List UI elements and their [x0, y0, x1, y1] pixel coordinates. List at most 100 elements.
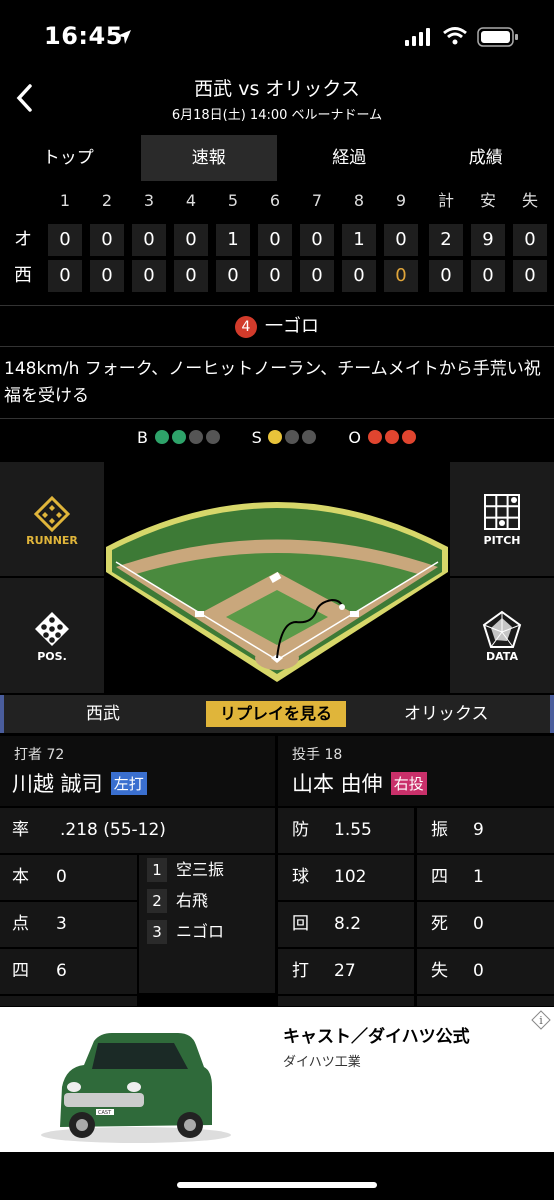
pitcher-stat-row: 振9: [417, 808, 554, 853]
pitch-grid-icon: [484, 494, 520, 530]
pitcher-stat-row: 死0: [417, 902, 554, 947]
scoreboard-col-header: 4: [185, 191, 197, 210]
pitcher-stat-label: 失: [431, 961, 448, 981]
balls-label: B: [136, 428, 148, 447]
tab-stats[interactable]: 成績: [418, 135, 554, 181]
strike-dot: [268, 430, 283, 444]
pitcher-name: 山本 由伸: [292, 772, 383, 796]
strikes-indicator: [267, 428, 318, 447]
home-indicator[interactable]: [177, 1182, 377, 1188]
svg-text:i: i: [539, 1014, 543, 1027]
stat-row-partial: [417, 996, 554, 1006]
scoreboard-col-header: 8: [353, 191, 365, 210]
scoreboard-cell: 0: [342, 260, 376, 292]
pitch-button[interactable]: PITCH: [450, 462, 554, 576]
scoreboard-cell: 0: [216, 260, 250, 292]
scoreboard-cell: 0: [300, 224, 334, 256]
scoreboard-cell: 0: [48, 224, 82, 256]
scoreboard: 123456789計安失 オ000010010290 西000000000000: [0, 186, 554, 294]
replay-button[interactable]: リプレイを見る: [206, 701, 346, 727]
scoreboard-col-header: 3: [143, 191, 155, 210]
batter-name: 川越 誠司: [12, 772, 103, 796]
pitcher-stat-value: 0: [473, 961, 484, 981]
runner-button[interactable]: RUNNER: [0, 462, 104, 576]
pos-button[interactable]: POS.: [0, 578, 104, 693]
scoreboard-col-header: 1: [59, 191, 71, 210]
tab-live[interactable]: 速報: [140, 135, 277, 181]
batter-stat-value: 0: [56, 867, 67, 887]
batter-stat-label: 率: [12, 820, 29, 840]
scoreboard-cell: 0: [471, 260, 505, 292]
outs-label: O: [348, 428, 361, 447]
scoreboard-col-header: 5: [227, 191, 239, 210]
out-dot: [401, 430, 416, 444]
batter-stat-row: 点3: [0, 902, 137, 947]
pitcher-stat-row: 失0: [417, 949, 554, 994]
scoreboard-col-header: 7: [311, 191, 323, 210]
runner-label: RUNNER: [26, 534, 78, 547]
pitcher-stat-value: 1.55: [334, 820, 372, 840]
ad-sponsor: ダイハツ工業: [283, 1055, 361, 1070]
pitcher-stat-label: 振: [431, 820, 448, 840]
pitcher-stat-label: 打: [292, 961, 309, 981]
home-team-label[interactable]: 西武: [86, 695, 120, 733]
batter-stat-value: 6: [56, 961, 67, 981]
pitcher-stat-label: 四: [431, 867, 448, 887]
ball-dot: [188, 430, 203, 444]
pitcher-stat-label: 防: [292, 820, 309, 840]
play-number-badge: 4: [235, 316, 257, 338]
strike-dot: [285, 430, 300, 444]
scoreboard-team-abbr: 西: [14, 265, 32, 286]
data-label: DATA: [486, 650, 518, 663]
location-arrow-icon: [117, 30, 131, 44]
pitcher-role: 投手 18: [292, 747, 343, 763]
wifi-icon: [443, 27, 467, 45]
tab-bar: トップ 速報 経過 成績: [0, 135, 554, 181]
at-bat-result: ニゴロ: [176, 922, 225, 941]
scoreboard-cell: 0: [48, 260, 82, 292]
stat-row-partial: [278, 996, 414, 1006]
data-button[interactable]: DATA: [450, 578, 554, 693]
scoreboard-cell: 0: [384, 224, 418, 256]
ad-title[interactable]: キャスト／ダイハツ公式: [283, 1022, 470, 1047]
pitcher-stat-label: 回: [292, 914, 309, 934]
pitcher-stat-row: 防 1.55: [278, 808, 414, 853]
outs-indicator: [366, 428, 417, 447]
scoreboard-col-header: 安: [479, 191, 496, 210]
divider: [0, 346, 554, 347]
batter-stat-row: 率 .218 (55-12): [0, 808, 275, 853]
scoreboard-col-header: 2: [101, 191, 113, 210]
at-bat-result: 空三振: [176, 860, 225, 879]
tab-top[interactable]: トップ: [0, 135, 137, 181]
pitcher-stat-value: 27: [334, 961, 356, 981]
scoreboard-cell: 0: [174, 224, 208, 256]
scoreboard-cell: 0: [300, 260, 334, 292]
car-image: CAST: [41, 1033, 231, 1143]
away-team-label[interactable]: オリックス: [404, 695, 489, 733]
scoreboard-cell: 0: [258, 260, 292, 292]
game-title: 西武 vs オリックス: [194, 78, 360, 100]
pitch-label: PITCH: [483, 534, 521, 547]
strikes-label: S: [251, 428, 262, 447]
scoreboard-cell: 1: [216, 224, 250, 256]
batter-card: 打者 72 川越 誠司 左打: [0, 736, 275, 806]
at-bat-result: 右飛: [176, 891, 209, 910]
ball-dot: [154, 430, 169, 444]
play-result: 4 一ゴロ: [0, 310, 554, 344]
batter-at-bats: 1 空三振 2 右飛 3 ニゴロ: [139, 855, 275, 993]
ad-info-icon[interactable]: i: [531, 1010, 551, 1030]
batter-stat-label: 本: [12, 867, 29, 887]
runner-diamond-icon: [34, 496, 70, 532]
scoreboard-row-home: 西000000000000: [0, 258, 554, 294]
scoreboard-cell: 0: [132, 224, 166, 256]
out-dot: [384, 430, 399, 444]
pitcher-stat-row: 打 27: [278, 949, 414, 994]
ad-image[interactable]: CAST: [0, 1007, 272, 1152]
batter-stat-label: 四: [12, 961, 29, 981]
divider: [0, 418, 554, 419]
pitcher-stat-value: 0: [473, 914, 484, 934]
tab-progress[interactable]: 経過: [281, 135, 418, 181]
ball-dot: [205, 430, 220, 444]
pitcher-stat-row: 球 102: [278, 855, 414, 900]
batter-stat-value: .218 (55-12): [60, 820, 166, 840]
